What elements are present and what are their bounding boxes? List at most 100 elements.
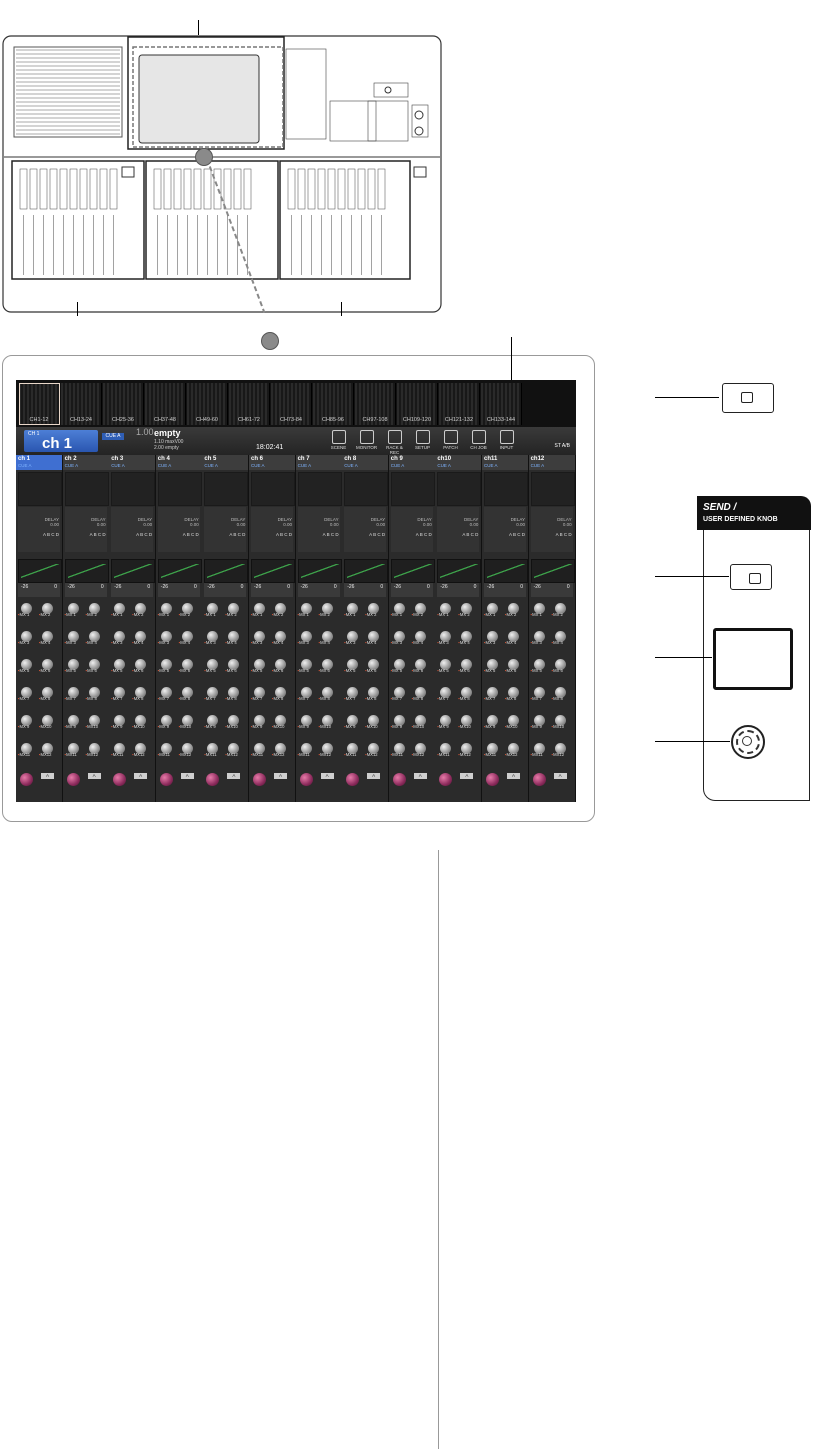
gain-readout[interactable]: -26 0 xyxy=(251,583,293,597)
pan-knob[interactable] xyxy=(346,773,360,786)
channel-header[interactable]: ch 2 CUE A xyxy=(62,455,109,470)
channel-header[interactable]: ch 7 CUE A xyxy=(295,455,342,470)
dynamics-graph[interactable] xyxy=(484,559,528,583)
insert-block[interactable] xyxy=(297,507,340,552)
dynamics-graph[interactable] xyxy=(18,559,62,583)
scene-area[interactable]: 1.00 empty 1.10 maxV00 2.00 empty xyxy=(136,428,183,452)
dynamics-graph[interactable] xyxy=(111,559,156,583)
pan-knob[interactable] xyxy=(299,773,313,786)
send-key-button[interactable] xyxy=(730,564,772,590)
gain-readout[interactable]: -26 0 xyxy=(18,583,60,597)
insert-block[interactable] xyxy=(390,507,433,552)
dynamics-graph[interactable] xyxy=(251,559,295,583)
gain-readout[interactable]: -26 0 xyxy=(157,583,200,597)
dynamics-graph[interactable] xyxy=(64,559,109,583)
nav-tab[interactable]: CH49-60 xyxy=(187,383,228,425)
pan-knob[interactable] xyxy=(532,773,546,786)
eq-graph[interactable] xyxy=(530,472,575,506)
insert-block[interactable] xyxy=(204,507,247,552)
eq-graph[interactable] xyxy=(204,472,249,506)
pan-mode-badge[interactable]: A xyxy=(367,773,381,779)
pan-knob[interactable] xyxy=(439,773,453,786)
gain-readout[interactable]: -26 0 xyxy=(530,583,573,597)
channel-header[interactable]: ch 6 CUE A xyxy=(249,455,295,470)
gain-readout[interactable]: -26 0 xyxy=(297,583,340,597)
channel-header[interactable]: ch 9 CUE A xyxy=(388,455,435,470)
menu-button[interactable]: RACK & REC xyxy=(384,429,405,455)
channel-header[interactable]: ch10 CUE A xyxy=(435,455,482,470)
pan-knob[interactable] xyxy=(392,773,406,786)
nav-tab[interactable]: CH37-48 xyxy=(145,383,186,425)
nav-tab[interactable]: CH109-120 xyxy=(397,383,438,425)
dynamics-graph[interactable] xyxy=(297,559,342,583)
gain-readout[interactable]: -26 0 xyxy=(484,583,526,597)
insert-block[interactable] xyxy=(251,507,293,552)
nav-tab[interactable]: CH133-144 xyxy=(481,383,522,425)
dynamics-graph[interactable] xyxy=(530,559,575,583)
dynamics-graph[interactable] xyxy=(157,559,202,583)
insert-block[interactable] xyxy=(157,507,200,552)
pan-mode-badge[interactable]: A xyxy=(227,773,241,779)
pan-knob[interactable] xyxy=(66,773,80,786)
eq-graph[interactable] xyxy=(437,472,482,506)
gain-readout[interactable]: -26 0 xyxy=(344,583,387,597)
pan-mode-badge[interactable]: A xyxy=(180,773,194,779)
channel-header[interactable]: ch11 CUE A xyxy=(482,455,528,470)
pan-knob[interactable] xyxy=(486,773,499,786)
gain-readout[interactable]: -26 0 xyxy=(437,583,480,597)
nav-tab[interactable]: CH13-24 xyxy=(61,383,102,425)
pan-mode-badge[interactable]: A xyxy=(413,773,427,779)
selected-channel-button[interactable]: CH 1 ch 1 xyxy=(24,430,98,452)
nav-tab[interactable]: CH97-108 xyxy=(355,383,396,425)
eq-graph[interactable] xyxy=(64,472,109,506)
dynamics-graph[interactable] xyxy=(344,559,389,583)
pan-knob[interactable] xyxy=(20,773,33,786)
menu-button[interactable]: SETUP xyxy=(412,429,433,453)
channel-header[interactable]: ch 4 CUE A xyxy=(155,455,202,470)
nav-tab[interactable]: CH61-72 xyxy=(229,383,270,425)
nav-tab[interactable]: CH1-12 xyxy=(19,383,60,425)
dynamics-graph[interactable] xyxy=(204,559,249,583)
eq-graph[interactable] xyxy=(157,472,202,506)
channel-header[interactable]: ch 8 CUE A xyxy=(342,455,389,470)
insert-block[interactable] xyxy=(484,507,526,552)
eq-graph[interactable] xyxy=(18,472,62,506)
gain-readout[interactable]: -26 0 xyxy=(64,583,107,597)
nav-tab[interactable]: CH121-132 xyxy=(439,383,480,425)
channel-header[interactable]: ch 1 CUE A xyxy=(16,455,62,470)
pan-mode-badge[interactable]: A xyxy=(274,773,287,779)
nav-tab[interactable]: CH85-96 xyxy=(313,383,354,425)
insert-block[interactable] xyxy=(437,507,480,552)
gain-readout[interactable]: -26 0 xyxy=(390,583,433,597)
gain-readout[interactable]: -26 0 xyxy=(111,583,154,597)
nav-tab[interactable]: CH25-36 xyxy=(103,383,144,425)
pan-mode-badge[interactable]: A xyxy=(507,773,520,779)
pan-mode-badge[interactable]: A xyxy=(460,773,474,779)
menu-button[interactable]: SCENE xyxy=(328,429,349,453)
gain-readout[interactable]: -26 0 xyxy=(204,583,247,597)
eq-graph[interactable] xyxy=(344,472,389,506)
channel-header[interactable]: ch12 CUE A xyxy=(528,455,575,470)
pan-knob[interactable] xyxy=(206,773,220,786)
eq-graph[interactable] xyxy=(390,472,435,506)
dynamics-graph[interactable] xyxy=(437,559,482,583)
menu-button[interactable]: INPUT xyxy=(496,429,517,453)
pan-mode-badge[interactable]: A xyxy=(41,773,54,779)
channel-header[interactable]: ch 5 CUE A xyxy=(202,455,249,470)
menu-button[interactable]: MONITOR xyxy=(356,429,377,453)
insert-block[interactable] xyxy=(18,507,60,552)
key-button[interactable] xyxy=(722,383,774,413)
insert-block[interactable] xyxy=(64,507,107,552)
pan-mode-badge[interactable]: A xyxy=(134,773,148,779)
pan-mode-badge[interactable]: A xyxy=(553,773,567,779)
insert-block[interactable] xyxy=(111,507,154,552)
eq-graph[interactable] xyxy=(484,472,528,506)
eq-graph[interactable] xyxy=(251,472,295,506)
pan-mode-badge[interactable]: A xyxy=(87,773,101,779)
pan-knob[interactable] xyxy=(113,773,127,786)
menu-button[interactable]: PATCH xyxy=(440,429,461,453)
pan-knob[interactable] xyxy=(159,773,173,786)
pan-knob[interactable] xyxy=(253,773,266,786)
menu-button[interactable]: CH JOB xyxy=(468,429,489,453)
insert-block[interactable] xyxy=(530,507,573,552)
